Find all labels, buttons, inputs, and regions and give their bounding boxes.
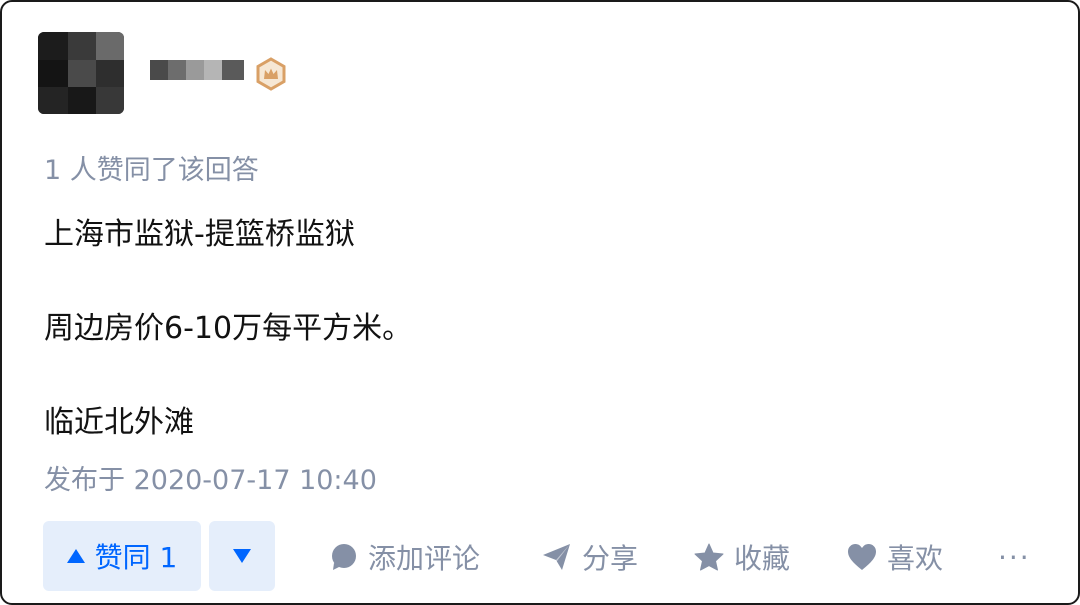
triangle-up-icon (66, 549, 85, 563)
star-icon (694, 543, 724, 571)
publish-time[interactable]: 发布于 2020-07-17 10:40 (44, 458, 377, 497)
downvote-button[interactable] (209, 521, 275, 591)
author-name-redacted[interactable] (150, 60, 244, 80)
upvote-label: 赞同 1 (94, 541, 178, 574)
name-pixel (186, 60, 204, 80)
paper-plane-icon (543, 544, 570, 570)
avatar-pixel (96, 60, 124, 87)
avatar-pixel (96, 32, 124, 60)
vote-summary: 1 人赞同了该回答 (44, 155, 259, 186)
crown-badge-icon[interactable] (254, 57, 288, 91)
collect-label: 收藏 (734, 542, 791, 575)
comment-button[interactable]: 添加评论 (330, 533, 480, 581)
comment-label: 添加评论 (368, 542, 481, 575)
comment-bubble-icon (332, 544, 356, 570)
triangle-down-icon (233, 549, 251, 563)
answer-paragraph: 上海市监狱-提篮桥监狱 (44, 217, 355, 252)
upvote-button[interactable]: 赞同 1 (43, 521, 201, 591)
share-label: 分享 (582, 542, 639, 575)
avatar-pixel (68, 32, 96, 60)
name-pixel (150, 60, 168, 80)
more-button[interactable]: ··· (998, 533, 1031, 581)
avatar-pixel (96, 87, 124, 114)
avatar-pixel (68, 60, 96, 87)
avatar-pixel (38, 60, 68, 87)
collect-button[interactable]: 收藏 (694, 533, 790, 581)
like-button[interactable]: 喜欢 (847, 533, 943, 581)
name-pixel (168, 60, 186, 80)
answer-paragraph: 周边房价6-10万每平方米。 (44, 311, 413, 346)
heart-icon (848, 544, 876, 570)
avatar-pixel (38, 87, 68, 114)
name-pixel (204, 60, 222, 80)
like-label: 喜欢 (887, 542, 944, 575)
answer-paragraph: 临近北外滩 (44, 405, 194, 440)
more-icon: ··· (998, 540, 1031, 574)
avatar[interactable] (38, 32, 124, 114)
name-pixel (222, 60, 244, 80)
avatar-pixel (38, 32, 68, 60)
avatar-pixel (68, 87, 96, 114)
answer-card: 1 人赞同了该回答 上海市监狱-提篮桥监狱 周边房价6-10万每平方米。 临近北… (0, 0, 1080, 605)
share-button[interactable]: 分享 (542, 533, 638, 581)
